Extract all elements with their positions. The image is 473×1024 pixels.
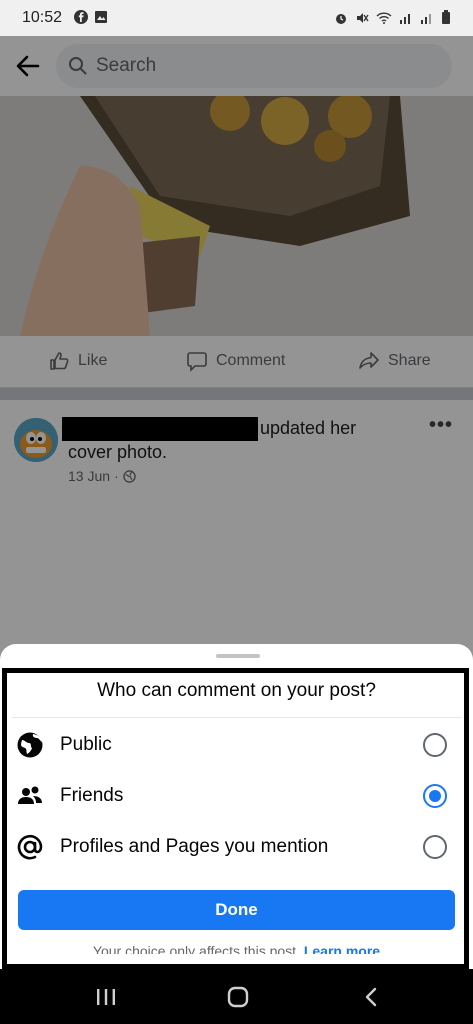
radio-button-selected[interactable] bbox=[423, 784, 447, 808]
signal-icon bbox=[400, 13, 410, 24]
option-label: Friends bbox=[60, 785, 124, 806]
done-button[interactable]: Done bbox=[18, 890, 455, 930]
option-friends[interactable]: Friends bbox=[10, 771, 463, 821]
sheet-drag-handle[interactable] bbox=[216, 654, 260, 658]
radio-button[interactable] bbox=[423, 835, 447, 859]
footnote-text: Your choice only affects this post. bbox=[92, 944, 300, 954]
radio-button[interactable] bbox=[423, 733, 447, 757]
mute-icon bbox=[357, 12, 369, 23]
option-label: Public bbox=[60, 734, 112, 755]
status-bar: 10:52 bbox=[0, 0, 473, 36]
option-label: Profiles and Pages you mention bbox=[60, 836, 329, 857]
sheet-title: Who can comment on your post? bbox=[97, 680, 376, 701]
image-icon bbox=[95, 11, 107, 23]
sheet-divider bbox=[12, 717, 461, 718]
wifi-icon bbox=[376, 11, 392, 24]
friends-icon bbox=[18, 786, 42, 804]
recent-apps-icon[interactable] bbox=[94, 986, 118, 1008]
globe-icon bbox=[17, 732, 43, 758]
signal-icon bbox=[421, 13, 431, 24]
status-time: 10:52 bbox=[22, 9, 63, 26]
learn-more-link[interactable]: Learn more bbox=[304, 944, 380, 954]
alarm-icon bbox=[336, 13, 346, 24]
option-mentions[interactable]: Profiles and Pages you mention bbox=[10, 822, 463, 872]
option-public[interactable]: Public bbox=[10, 720, 463, 770]
sheet-footnote: Your choice only affects this post. Lear… bbox=[0, 944, 473, 954]
facebook-icon bbox=[74, 10, 88, 24]
comment-permission-sheet: Who can comment on your post? Public Fri… bbox=[0, 644, 473, 969]
battery-icon bbox=[442, 10, 450, 24]
back-icon[interactable] bbox=[360, 986, 384, 1008]
system-nav-bar bbox=[0, 969, 473, 1024]
at-icon bbox=[17, 834, 43, 860]
home-icon[interactable] bbox=[226, 986, 250, 1008]
